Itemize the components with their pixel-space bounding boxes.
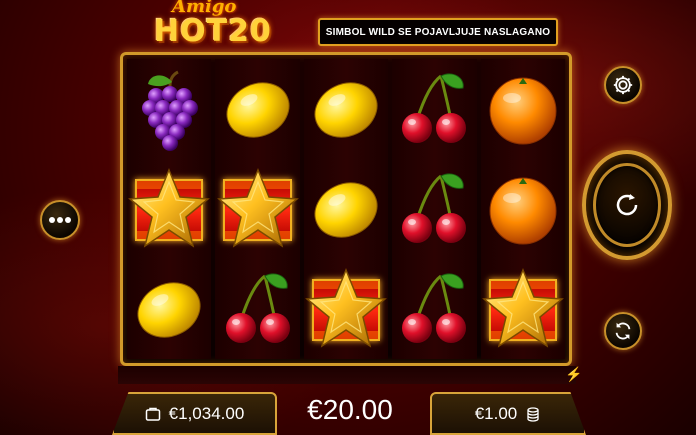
orange-icon bbox=[489, 177, 557, 245]
wallet-icon bbox=[145, 407, 160, 421]
wild-star-icon bbox=[305, 268, 387, 348]
reel-cell bbox=[481, 59, 565, 159]
wild-star-icon bbox=[128, 168, 211, 248]
balance-panel: €1,034.00 bbox=[112, 392, 277, 435]
reel-cell bbox=[215, 259, 299, 359]
reel-cell bbox=[304, 159, 388, 259]
balance-value: €1,034.00 bbox=[168, 403, 245, 423]
wild-star-icon bbox=[216, 168, 299, 248]
reel-cell bbox=[392, 159, 476, 259]
reel-cell bbox=[215, 59, 299, 159]
reel-1 bbox=[127, 59, 212, 359]
orange-icon bbox=[489, 77, 557, 145]
coin-value-panel[interactable]: €1.00 bbox=[430, 392, 586, 435]
reel-cell bbox=[304, 259, 388, 359]
cherries-icon bbox=[225, 273, 290, 343]
reel-5 bbox=[480, 59, 566, 359]
ellipsis-icon bbox=[49, 217, 71, 223]
reel-cell bbox=[481, 259, 565, 359]
lemon-icon bbox=[314, 82, 378, 138]
reel-cell bbox=[127, 159, 211, 259]
autoplay-icon bbox=[615, 322, 631, 340]
reel-cell bbox=[392, 259, 476, 359]
bet-value: €20.00 bbox=[307, 394, 393, 425]
coin-stack-icon bbox=[527, 406, 539, 422]
lemon-icon bbox=[137, 282, 201, 338]
settings-button[interactable] bbox=[604, 66, 642, 104]
coin-value: €1.00 bbox=[474, 403, 518, 423]
reel-cell bbox=[304, 59, 388, 159]
spin-button[interactable] bbox=[582, 150, 672, 260]
logo-line2: HOT20 bbox=[154, 14, 272, 49]
spin-ring bbox=[593, 163, 661, 247]
spin-arrow-icon bbox=[616, 194, 638, 216]
reel-cell bbox=[481, 159, 565, 259]
menu-button[interactable] bbox=[40, 200, 80, 240]
grapes-icon bbox=[142, 70, 199, 151]
gear-icon bbox=[613, 75, 633, 95]
reels bbox=[127, 59, 566, 359]
cherries-icon bbox=[402, 73, 467, 143]
reel-cell bbox=[392, 59, 476, 159]
reel-cell bbox=[127, 259, 211, 359]
bottom-strip bbox=[118, 366, 576, 384]
cherries-icon bbox=[402, 273, 467, 343]
reel-cell bbox=[127, 59, 211, 159]
reel-2 bbox=[215, 59, 300, 359]
message-bar: SIMBOL WILD SE POJAVLJUJE NASLAGANO bbox=[318, 18, 558, 46]
autoplay-button[interactable] bbox=[604, 312, 642, 350]
lemon-icon bbox=[226, 82, 290, 138]
reel-cell bbox=[215, 159, 299, 259]
game-logo: Amigo HOT20 bbox=[150, 0, 280, 49]
lemon-icon bbox=[314, 182, 378, 238]
reel-4 bbox=[392, 59, 477, 359]
reel-3 bbox=[303, 59, 389, 359]
wild-star-icon bbox=[481, 268, 564, 348]
lightning-icon[interactable]: ⚡ bbox=[565, 367, 582, 381]
cherries-icon bbox=[402, 173, 467, 243]
